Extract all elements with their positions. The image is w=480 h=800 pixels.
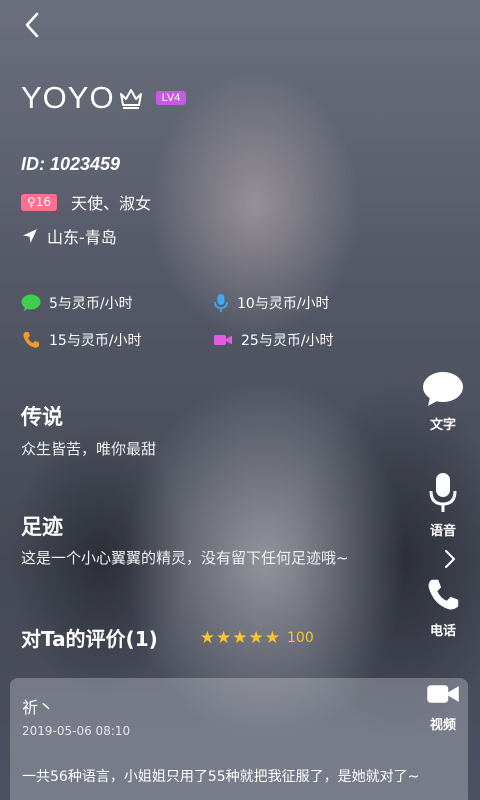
legend-text: 众生皆苦，唯你最甜 bbox=[21, 440, 157, 458]
price-text-chat: 5与灵币/小时 bbox=[21, 293, 133, 313]
review-text: 一共56种语言，小姐姐只用了55种就把我征服了，是她就对了~ bbox=[22, 769, 420, 785]
location-text: 山东-青岛 bbox=[47, 228, 117, 247]
review-username: 祈丶 bbox=[22, 698, 55, 717]
user-id: ID: 1023459 bbox=[21, 154, 121, 174]
gender-age-badge: ♀16 bbox=[21, 193, 58, 211]
crown-icon bbox=[119, 89, 142, 109]
legend-title: 传说 bbox=[21, 405, 63, 429]
microphone-icon bbox=[214, 294, 228, 312]
price-text-label: 5与灵币/小时 bbox=[49, 296, 133, 312]
location-arrow-icon bbox=[23, 229, 37, 243]
star-icon: ★ bbox=[264, 627, 281, 648]
star-icon: ★ bbox=[232, 627, 248, 648]
voice-chat-label: 语音 bbox=[429, 524, 456, 539]
chat-bubble-icon bbox=[423, 372, 463, 406]
phone-icon bbox=[428, 579, 459, 610]
price-video-call: 25与灵币/小时 bbox=[213, 330, 334, 350]
phone-call-label: 电话 bbox=[429, 624, 456, 639]
chat-bubble-icon bbox=[21, 294, 41, 311]
star-icon: ★ bbox=[248, 627, 264, 648]
text-chat-label: 文字 bbox=[429, 418, 456, 433]
back-arrow-icon[interactable] bbox=[18, 10, 48, 40]
footprint-title: 足迹 bbox=[21, 515, 63, 539]
chevron-right-icon[interactable] bbox=[443, 549, 457, 569]
rating-header: 对Ta的评价(1) ★ ★ ★ ★ ★ 100 bbox=[21, 623, 314, 652]
location-row: 山东-青岛 bbox=[21, 224, 117, 248]
phone-call-button[interactable]: 电话 bbox=[420, 576, 466, 639]
price-video-label: 25与灵币/小时 bbox=[241, 333, 334, 349]
rating-title: 对Ta的评价(1) bbox=[21, 627, 158, 651]
price-voice-chat: 10与灵币/小时 bbox=[213, 293, 330, 313]
level-badge: LV4 bbox=[155, 91, 187, 105]
footprint-text: 这是一个小心翼翼的精灵，没有留下任何足迹哦~ bbox=[21, 549, 349, 567]
video-call-button[interactable]: 视频 bbox=[420, 680, 466, 733]
video-camera-icon bbox=[427, 685, 459, 703]
microphone-icon bbox=[429, 473, 457, 512]
price-voice-label: 10与灵币/小时 bbox=[237, 296, 330, 312]
tag-row: ♀16 天使、淑女 bbox=[21, 190, 151, 214]
star-icon: ★ bbox=[216, 627, 232, 648]
star-icon: ★ bbox=[199, 627, 216, 648]
review-card: 祈丶 2019-05-06 08:10 一共56种语言，小姐姐只用了55种就把我… bbox=[10, 678, 468, 800]
video-camera-icon bbox=[214, 335, 232, 345]
rating-stars: ★ ★ ★ ★ ★ 100 bbox=[200, 628, 314, 648]
price-phone-label: 15与灵币/小时 bbox=[49, 333, 142, 349]
text-chat-button[interactable]: 文字 bbox=[420, 370, 466, 433]
profile-name-row: YOYO LV4 bbox=[21, 80, 187, 116]
price-phone-call: 15与灵币/小时 bbox=[21, 330, 142, 350]
phone-icon bbox=[23, 332, 39, 348]
personality-tags: 天使、淑女 bbox=[71, 194, 152, 213]
voice-chat-button[interactable]: 语音 bbox=[420, 472, 466, 539]
video-call-label: 视频 bbox=[429, 718, 456, 733]
review-date: 2019-05-06 08:10 bbox=[22, 724, 131, 738]
rating-score: 100 bbox=[287, 629, 314, 646]
profile-name: YOYO bbox=[21, 80, 115, 115]
